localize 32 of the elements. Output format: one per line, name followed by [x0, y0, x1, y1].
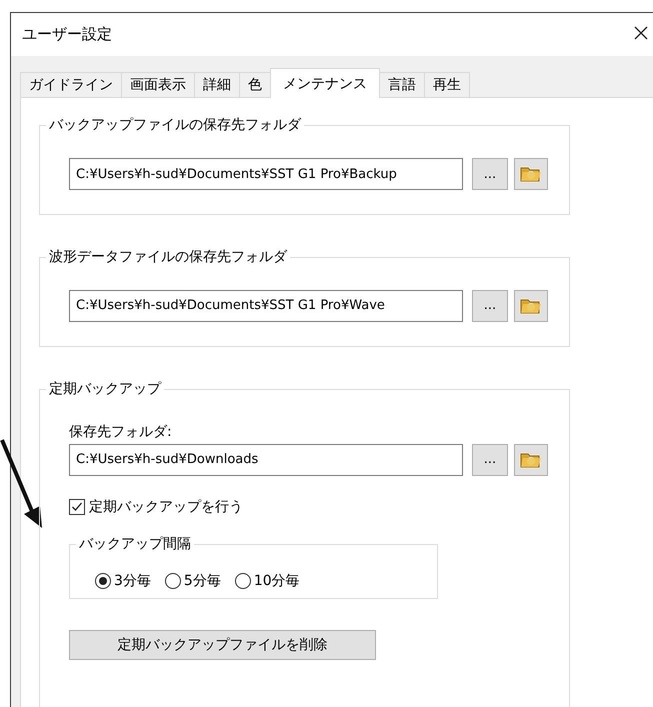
delete-button[interactable]: 定期バックアップファイルを削除: [69, 630, 376, 660]
path-field[interactable]: C:¥Users¥h-sud¥Documents¥SST G1 Pro¥Wave: [69, 290, 463, 322]
window-title: ユーザー設定: [22, 25, 112, 44]
group-title: バックアップ間隔: [76, 534, 194, 553]
folder-icon: [520, 165, 542, 183]
radio-button[interactable]: [234, 573, 251, 590]
radio-button[interactable]: [164, 573, 181, 590]
path-field[interactable]: C:¥Users¥h-sud¥Downloads: [69, 444, 463, 476]
radio-button[interactable]: [95, 573, 111, 590]
browse-button[interactable]: ...: [472, 444, 508, 476]
group-title: バックアップファイルの保存先フォルダ: [46, 116, 304, 134]
open-folder-button[interactable]: [514, 290, 548, 322]
check-mark-icon: [71, 500, 83, 513]
checkbox-label: 定期バックアップを行う: [89, 498, 243, 516]
group-title: 定期バックアップ: [46, 380, 164, 398]
radio-label: 10分毎: [254, 572, 300, 590]
radio-label: 3分毎: [114, 572, 151, 590]
checkbox[interactable]: [69, 498, 85, 515]
open-folder-button[interactable]: [514, 158, 548, 190]
folder-icon: [520, 296, 542, 315]
open-folder-button[interactable]: [514, 444, 548, 476]
folder-icon: [520, 450, 542, 469]
radio-label: 5分毎: [184, 572, 221, 590]
group-title: 波形データファイルの保存先フォルダ: [46, 248, 290, 266]
browse-button[interactable]: ...: [472, 290, 508, 322]
close-icon[interactable]: [633, 24, 649, 40]
tab[interactable]: メンテナンス: [270, 68, 380, 98]
tab[interactable]: ガイドライン: [20, 72, 122, 97]
tab[interactable]: 再生: [424, 72, 470, 97]
path-field[interactable]: C:¥Users¥h-sud¥Documents¥SST G1 Pro¥Backup: [69, 158, 463, 190]
browse-button[interactable]: ...: [472, 158, 508, 190]
field-label: 保存先フォルダ:: [69, 422, 173, 441]
